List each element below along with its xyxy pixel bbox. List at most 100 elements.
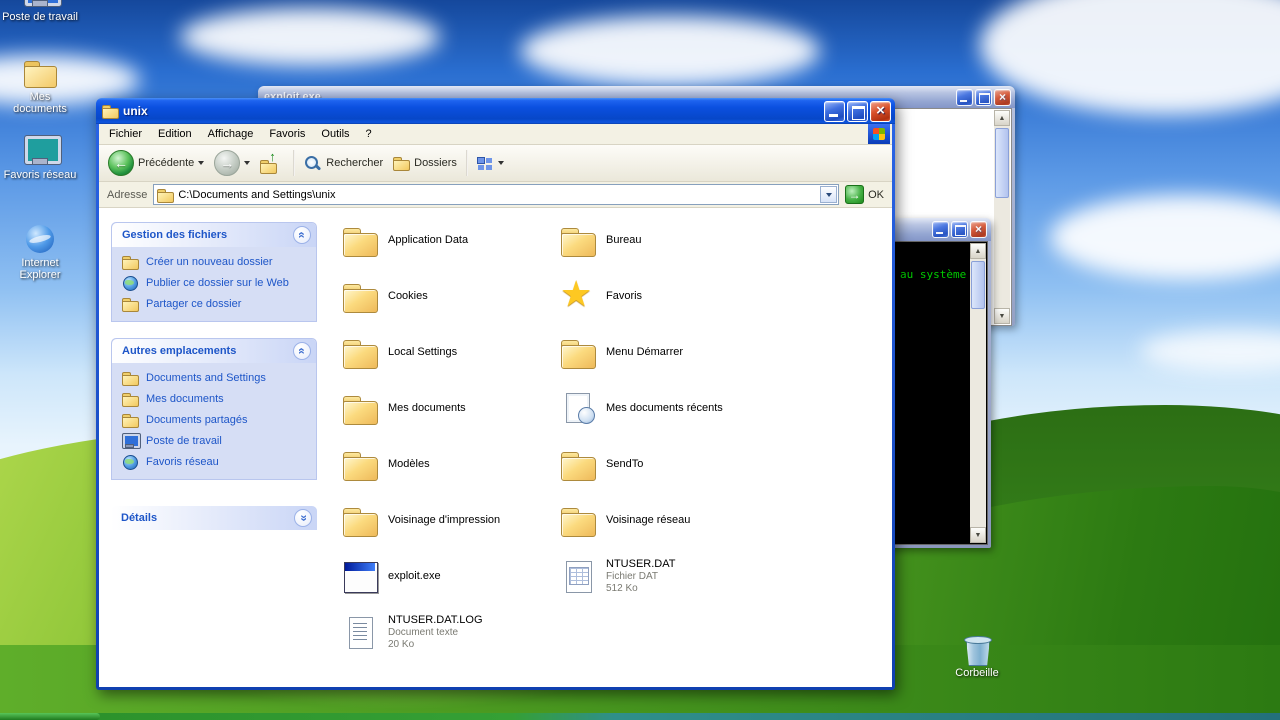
other-places-header[interactable]: Autres emplacements xyxy=(112,339,316,363)
scrollbar[interactable]: ▲ ▼ xyxy=(970,243,986,543)
minimize-button[interactable] xyxy=(824,100,845,122)
task-new-folder[interactable]: Créer un nouveau dossier xyxy=(122,255,310,270)
folder-icon xyxy=(341,279,379,313)
menu-outils[interactable]: Outils xyxy=(313,125,357,143)
file-tasks-header[interactable]: Gestion des fichiers xyxy=(112,223,316,247)
file-name: Voisinage d'impression xyxy=(388,514,501,526)
recent-documents-icon xyxy=(559,391,597,425)
internet-explorer-icon xyxy=(23,224,57,254)
file-name: Voisinage réseau xyxy=(606,514,691,526)
close-button[interactable] xyxy=(970,221,987,238)
scroll-thumb[interactable] xyxy=(971,261,985,309)
share-folder-icon xyxy=(122,297,139,312)
folder-icon xyxy=(122,371,139,386)
scroll-down-arrow[interactable]: ▼ xyxy=(970,527,986,543)
up-button[interactable] xyxy=(256,149,288,175)
desktop-icon-poste-de-travail[interactable]: Poste de travail xyxy=(2,0,78,23)
menu-fichier[interactable]: Fichier xyxy=(101,125,150,143)
folder-up-icon xyxy=(260,149,284,174)
network-icon xyxy=(122,455,139,470)
expand-chevron-icon[interactable] xyxy=(294,509,312,527)
close-button[interactable] xyxy=(994,88,1011,106)
file-name: Bureau xyxy=(606,234,642,246)
file-tile-ntuser-dat[interactable]: NTUSER.DAT Fichier DAT 512 Ko xyxy=(557,548,775,604)
folder-icon xyxy=(341,447,379,481)
file-list: Application Data Bureau Cookies Favoris xyxy=(327,208,892,687)
cloud xyxy=(1050,195,1280,280)
address-input[interactable] xyxy=(178,186,817,203)
taskbar[interactable] xyxy=(0,713,1280,720)
address-bar: Adresse OK xyxy=(99,182,892,208)
file-tile-modeles[interactable]: Modèles xyxy=(339,436,557,492)
place-favoris-reseau[interactable]: Favoris réseau xyxy=(122,455,310,470)
file-size: 20 Ko xyxy=(388,639,415,650)
scroll-thumb[interactable] xyxy=(995,128,1009,198)
search-label: Rechercher xyxy=(326,157,384,169)
task-label: Créer un nouveau dossier xyxy=(146,256,273,268)
menu-affichage[interactable]: Affichage xyxy=(200,125,262,143)
place-poste-de-travail[interactable]: Poste de travail xyxy=(122,433,310,449)
scroll-up-arrow[interactable]: ▲ xyxy=(970,243,986,259)
toolbar: Précédente Rechercher Dossiers xyxy=(99,145,892,182)
folders-button[interactable]: Dossiers xyxy=(389,154,461,172)
place-documents-partages[interactable]: Documents partagés xyxy=(122,413,310,428)
box-title: Détails xyxy=(121,512,158,524)
forward-button[interactable] xyxy=(210,148,254,178)
back-button[interactable]: Précédente xyxy=(104,148,208,178)
file-tile-sendto[interactable]: SendTo xyxy=(557,436,775,492)
desktop-icon-internet-explorer[interactable]: Internet Explorer xyxy=(2,224,78,281)
folder-icon xyxy=(102,104,119,119)
place-mes-documents[interactable]: Mes documents xyxy=(122,392,310,407)
desktop-icon-mes-documents[interactable]: Mes documents xyxy=(2,58,78,115)
file-tile-menu-demarrer[interactable]: Menu Démarrer xyxy=(557,324,775,380)
details-header[interactable]: Détails xyxy=(111,506,317,530)
folder-icon xyxy=(122,413,139,428)
minimize-button[interactable] xyxy=(932,221,949,238)
scroll-up-arrow[interactable]: ▲ xyxy=(994,110,1010,126)
file-tile-ntuser-dat-log[interactable]: NTUSER.DAT.LOG Document texte 20 Ko xyxy=(339,604,557,660)
file-tile-local-settings[interactable]: Local Settings xyxy=(339,324,557,380)
minimize-button[interactable] xyxy=(956,88,973,106)
views-button[interactable] xyxy=(473,154,508,173)
toolbar-separator xyxy=(465,150,468,176)
file-tile-application-data[interactable]: Application Data xyxy=(339,212,557,268)
maximize-button[interactable] xyxy=(975,88,992,106)
file-tile-voisinage-impression[interactable]: Voisinage d'impression xyxy=(339,492,557,548)
go-button[interactable]: OK xyxy=(845,185,884,204)
file-tile-mes-documents-recents[interactable]: Mes documents récents xyxy=(557,380,775,436)
chevron-down-icon xyxy=(198,161,205,165)
close-button[interactable] xyxy=(870,100,891,122)
folder-icon xyxy=(393,156,411,171)
task-share-folder[interactable]: Partager ce dossier xyxy=(122,297,310,312)
maximize-button[interactable] xyxy=(951,221,968,238)
place-documents-and-settings[interactable]: Documents and Settings xyxy=(122,371,310,386)
scrollbar[interactable]: ▲ ▼ xyxy=(994,110,1010,324)
file-name: Modèles xyxy=(388,458,430,470)
maximize-button[interactable] xyxy=(847,100,868,122)
desktop-icon-corbeille[interactable]: Corbeille xyxy=(939,634,1015,679)
file-tile-voisinage-reseau[interactable]: Voisinage réseau xyxy=(557,492,775,548)
desktop-icon-favoris-reseau[interactable]: Favoris réseau xyxy=(2,135,78,181)
other-places-box: Autres emplacements Documents and Settin… xyxy=(111,338,317,480)
explorer-titlebar[interactable]: unix xyxy=(96,98,895,124)
terminal-text: au système xyxy=(900,268,967,281)
menu-favoris[interactable]: Favoris xyxy=(261,125,313,143)
explorer-window: unix Fichier Edition Affichage Favoris O… xyxy=(96,98,895,690)
file-tile-mes-documents[interactable]: Mes documents xyxy=(339,380,557,436)
file-tile-bureau[interactable]: Bureau xyxy=(557,212,775,268)
menu-edition[interactable]: Edition xyxy=(150,125,200,143)
scroll-down-arrow[interactable]: ▼ xyxy=(994,308,1010,324)
search-button[interactable]: Rechercher xyxy=(300,153,387,174)
file-tile-cookies[interactable]: Cookies xyxy=(339,268,557,324)
file-tile-exploit-exe[interactable]: exploit.exe xyxy=(339,548,557,604)
menu-aide[interactable]: ? xyxy=(358,125,380,143)
file-tile-favoris[interactable]: Favoris xyxy=(557,268,775,324)
collapse-chevron-icon[interactable] xyxy=(293,226,311,244)
start-button[interactable] xyxy=(0,713,100,720)
go-arrow-icon xyxy=(845,185,865,204)
address-dropdown-button[interactable] xyxy=(820,186,838,203)
application-icon xyxy=(341,559,379,593)
collapse-chevron-icon[interactable] xyxy=(293,342,311,360)
details-box: Détails xyxy=(111,506,317,530)
task-publish-web[interactable]: Publier ce dossier sur le Web xyxy=(122,276,310,291)
